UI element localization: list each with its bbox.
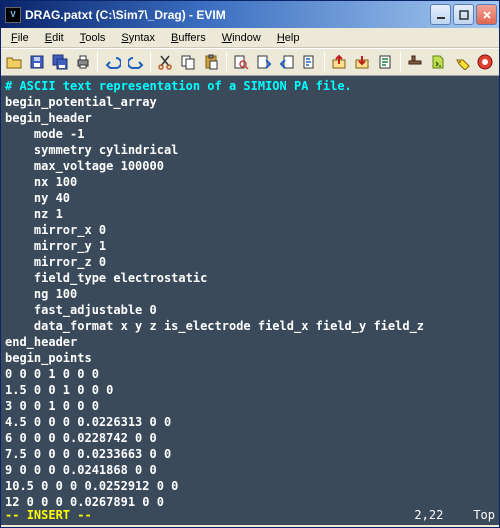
status-dash: -- [70,507,92,523]
find-button[interactable] [231,51,252,73]
replace-button[interactable] [299,51,320,73]
save-all-button[interactable] [50,51,71,73]
close-button[interactable] [476,4,497,25]
maximize-button[interactable] [453,4,474,25]
make-button[interactable] [405,51,426,73]
help-button[interactable] [475,51,496,73]
session-save-button[interactable] [352,51,373,73]
find-prev-button[interactable] [276,51,297,73]
status-dash: -- [5,507,27,523]
menu-tools[interactable]: Tools [72,30,114,46]
editor-body: begin_potential_array begin_header mode … [5,95,424,509]
print-button[interactable] [73,51,94,73]
session-load-button[interactable] [329,51,350,73]
window-controls [430,4,497,25]
scroll-position: Top [473,507,495,523]
copy-button[interactable] [178,51,199,73]
cursor-position: 2,22 [414,507,443,523]
script-button[interactable] [375,51,396,73]
comment-line: # ASCII text representation of a SIMION … [5,79,352,93]
toolbar-separator [97,52,98,72]
toolbar-separator [226,52,227,72]
menu-buffers[interactable]: Buffers [163,30,214,46]
status-mode: INSERT [27,507,70,523]
menu-window[interactable]: Window [214,30,269,46]
find-next-button[interactable] [253,51,274,73]
open-button[interactable] [4,51,25,73]
shell-button[interactable] [427,51,448,73]
window-title: DRAG.patxt (C:\Sim7\_Drag) - EVIM [25,8,430,22]
toolbar-separator [400,52,401,72]
toolbar-separator [150,52,151,72]
status-bar: -- INSERT -- 2,22 Top [5,507,495,523]
title-bar: V DRAG.patxt (C:\Sim7\_Drag) - EVIM [1,1,499,28]
menu-file[interactable]: File [3,30,37,46]
menu-help[interactable]: Help [269,30,308,46]
app-icon: V [5,7,21,23]
redo-button[interactable] [125,51,146,73]
save-button[interactable] [27,51,48,73]
tags-button[interactable] [452,51,473,73]
minimize-button[interactable] [430,4,451,25]
toolbar-separator [324,52,325,72]
toolbar [1,48,499,76]
menu-edit[interactable]: Edit [37,30,72,46]
menu-syntax[interactable]: Syntax [113,30,163,46]
undo-button[interactable] [102,51,123,73]
menu-bar: File Edit Tools Syntax Buffers Window He… [1,28,499,48]
editor-area[interactable]: # ASCII text representation of a SIMION … [1,76,499,525]
paste-button[interactable] [201,51,222,73]
cut-button[interactable] [155,51,176,73]
